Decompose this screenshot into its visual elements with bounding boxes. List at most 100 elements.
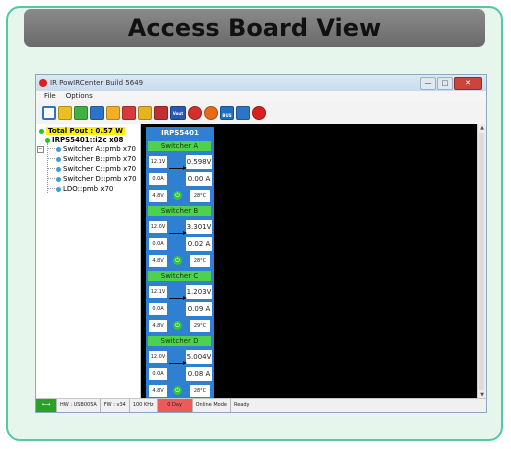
page-title: Access Board View bbox=[24, 9, 485, 47]
power-icon[interactable]: ⏻ bbox=[173, 191, 182, 200]
power-icon[interactable]: ⏻ bbox=[173, 256, 182, 265]
status-dot-icon bbox=[56, 146, 61, 152]
status-dot-icon bbox=[56, 166, 61, 172]
arrow-icon bbox=[169, 296, 187, 300]
vaux-value: 4.8V bbox=[149, 320, 167, 332]
vin-value: 12.0V bbox=[149, 351, 167, 363]
switcher-section: Switcher C 12.1V 1.203V 0.0A 0.09 A 4.8V ⏻ 29°C bbox=[146, 271, 214, 336]
usb-icon: ⟷ bbox=[36, 399, 57, 412]
folder-icon[interactable] bbox=[106, 106, 120, 120]
tree-device[interactable]: IRPS5401::i2c x08 bbox=[45, 136, 123, 144]
switcher-header[interactable]: Switcher C bbox=[148, 271, 211, 281]
tree-item-switcher-a[interactable]: Switcher A::pmb x70 bbox=[56, 145, 136, 153]
vin-value: 12.1V bbox=[149, 156, 167, 168]
status-dot-icon bbox=[56, 176, 61, 182]
vertical-scrollbar[interactable]: ▲ ▼ bbox=[477, 124, 486, 399]
warning-icon[interactable] bbox=[188, 106, 202, 120]
day-status: 0 Day bbox=[157, 399, 193, 412]
speed-status: 100 KHz bbox=[130, 399, 158, 412]
total-pout-label: Total Pout : 0.57 W bbox=[46, 127, 125, 135]
vin-value: 12.0V bbox=[149, 221, 167, 233]
i2c-bus-icon[interactable]: BUS bbox=[220, 106, 234, 120]
mode-status: Online Mode bbox=[193, 399, 231, 412]
scroll-up-icon[interactable]: ▲ bbox=[478, 124, 486, 132]
window-titlebar: IR PowIRCenter Build 5649 — □ ✕ bbox=[36, 75, 486, 91]
iout-value: 0.08 A bbox=[186, 367, 212, 381]
switcher-header[interactable]: Switcher A bbox=[148, 141, 211, 151]
tree-item-label: Switcher D::pmb x70 bbox=[63, 175, 137, 183]
irps5401-panel: IRPS5401 Switcher A 12.1V 0.598V 0.0A 0.00 A… bbox=[146, 127, 214, 399]
menu-file[interactable]: File bbox=[44, 91, 56, 102]
tree-item-label: LDO::pmb x70 bbox=[63, 185, 114, 193]
switcher-section: Switcher D 12.0V 5.004V 0.0A 0.08 A 4.8V ⏻ 28°C bbox=[146, 336, 214, 401]
select-icon[interactable] bbox=[42, 106, 56, 120]
minimize-button[interactable]: — bbox=[420, 77, 436, 90]
switcher-header[interactable]: Switcher B bbox=[148, 206, 211, 216]
scroll-thumb[interactable] bbox=[479, 133, 484, 390]
vout-meter-icon[interactable]: Vout bbox=[170, 106, 186, 120]
tree-item-switcher-d[interactable]: Switcher D::pmb x70 bbox=[56, 175, 137, 183]
window-title: IR PowIRCenter Build 5649 bbox=[50, 79, 144, 87]
pmbus-icon[interactable] bbox=[236, 106, 250, 120]
grid-icon[interactable] bbox=[58, 106, 72, 120]
tree-item-label: Switcher A::pmb x70 bbox=[63, 145, 136, 153]
hw-status: HW : USB005A bbox=[57, 399, 101, 412]
arrow-icon bbox=[169, 166, 187, 170]
tree-item-ldo[interactable]: LDO::pmb x70 bbox=[56, 185, 113, 193]
vout-value: 3.301V bbox=[186, 220, 212, 234]
status-dot-icon bbox=[45, 137, 50, 143]
device-tree: Total Pout : 0.57 W − IRPS5401::i2c x08 … bbox=[36, 124, 141, 399]
menu-bar: File Options bbox=[36, 91, 486, 102]
close-button[interactable]: ✕ bbox=[454, 77, 482, 90]
temp-value: 29°C bbox=[190, 320, 210, 332]
vout-value: 0.598V bbox=[186, 155, 212, 169]
status-dot-icon bbox=[56, 156, 61, 162]
switcher-section: Switcher A 12.1V 0.598V 0.0A 0.00 A 4.8V ⏻ 28°C bbox=[146, 141, 214, 206]
switcher-header[interactable]: Switcher D bbox=[148, 336, 211, 346]
vaux-value: 4.8V bbox=[149, 385, 167, 397]
arrow-icon bbox=[169, 361, 187, 365]
power-icon[interactable]: ⏻ bbox=[173, 321, 182, 330]
iout-value: 0.02 A bbox=[186, 237, 212, 251]
iout-value: 0.00 A bbox=[186, 172, 212, 186]
vout-value: 1.203V bbox=[186, 285, 212, 299]
collapse-icon[interactable]: − bbox=[37, 146, 44, 153]
vaux-value: 4.8V bbox=[149, 255, 167, 267]
status-bar: ⟷ HW : USB005A FW : v34 100 KHz 0 Day On… bbox=[36, 398, 486, 412]
vin-value: 12.1V bbox=[149, 286, 167, 298]
fw-status: FW : v34 bbox=[101, 399, 130, 412]
tree-item-switcher-c[interactable]: Switcher C::pmb x70 bbox=[56, 165, 136, 173]
maximize-button[interactable]: □ bbox=[437, 77, 453, 90]
waveform-icon[interactable] bbox=[154, 106, 168, 120]
tree-item-switcher-b[interactable]: Switcher B::pmb x70 bbox=[56, 155, 136, 163]
iin-value: 0.0A bbox=[149, 303, 167, 315]
toolbar: Vout BUS bbox=[36, 102, 486, 125]
save-icon[interactable] bbox=[122, 106, 136, 120]
iin-value: 0.0A bbox=[149, 238, 167, 250]
iin-value: 0.0A bbox=[149, 368, 167, 380]
power-icon[interactable]: ⏻ bbox=[173, 386, 182, 395]
help-icon[interactable] bbox=[252, 106, 266, 120]
document-icon[interactable] bbox=[90, 106, 104, 120]
chip-icon[interactable] bbox=[74, 106, 88, 120]
tree-item-label: Switcher C::pmb x70 bbox=[63, 165, 137, 173]
device-label: IRPS5401::i2c x08 bbox=[52, 136, 124, 144]
temp-value: 28°C bbox=[190, 190, 210, 202]
iout-value: 0.09 A bbox=[186, 302, 212, 316]
switcher-section: Switcher B 12.0V 3.301V 0.0A 0.02 A 4.8V ⏻ 28°C bbox=[146, 206, 214, 271]
iin-value: 0.0A bbox=[149, 173, 167, 185]
vaux-value: 4.8V bbox=[149, 190, 167, 202]
tree-item-label: Switcher B::pmb x70 bbox=[63, 155, 137, 163]
fire-icon[interactable] bbox=[204, 106, 218, 120]
app-icon bbox=[39, 79, 47, 87]
arrow-icon bbox=[169, 231, 187, 235]
status-dot-icon bbox=[56, 186, 61, 192]
tree-total-pout[interactable]: Total Pout : 0.57 W bbox=[39, 127, 125, 135]
ready-status: Ready bbox=[233, 402, 250, 408]
panel-title: IRPS5401 bbox=[161, 129, 199, 137]
temp-value: 28°C bbox=[190, 385, 210, 397]
status-dot-icon bbox=[39, 128, 44, 134]
temp-value: 28°C bbox=[190, 255, 210, 267]
vout-icon[interactable] bbox=[138, 106, 152, 120]
menu-options[interactable]: Options bbox=[66, 91, 93, 102]
